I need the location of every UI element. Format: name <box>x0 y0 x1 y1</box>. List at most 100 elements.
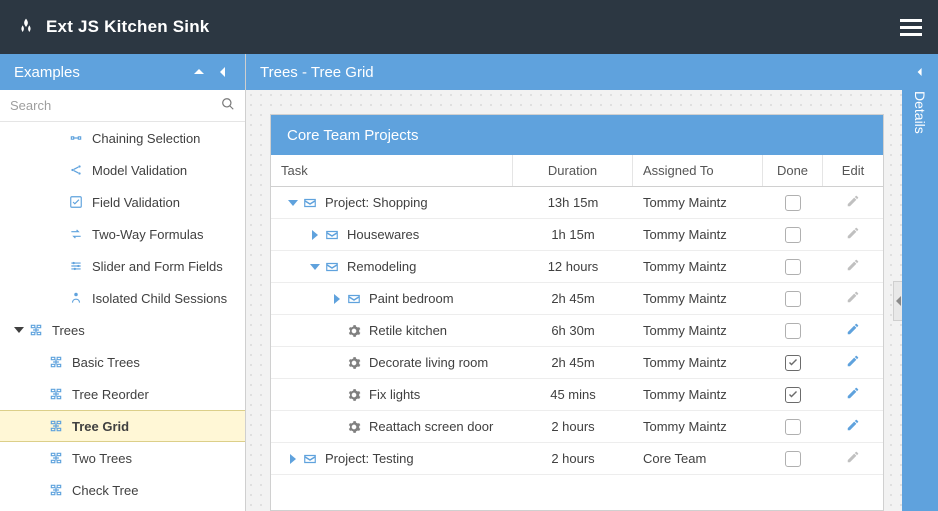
cell-edit <box>823 251 883 282</box>
gear-icon <box>345 420 363 434</box>
cell-edit <box>823 443 883 474</box>
done-checkbox[interactable] <box>785 387 801 403</box>
task-label: Paint bedroom <box>369 291 454 306</box>
edit-button[interactable] <box>846 386 860 403</box>
cell-task: Housewares <box>271 219 513 250</box>
table-row[interactable]: Remodeling12 hoursTommy Maintz <box>271 251 883 283</box>
done-checkbox[interactable] <box>785 195 801 211</box>
cell-assigned: Core Team <box>633 443 763 474</box>
search-icon[interactable] <box>221 97 235 114</box>
cell-task: Reattach screen door <box>271 411 513 442</box>
done-checkbox[interactable] <box>785 323 801 339</box>
search-row <box>0 90 245 122</box>
cell-task: Paint bedroom <box>271 283 513 314</box>
task-label: Decorate living room <box>369 355 488 370</box>
expand-icon[interactable] <box>329 294 345 304</box>
sidebar-item[interactable]: Chaining Selection <box>0 122 245 154</box>
details-pane-collapsed[interactable]: Details <box>902 54 938 511</box>
task-label: Fix lights <box>369 387 420 402</box>
task-label: Project: Shopping <box>325 195 428 210</box>
sidebar-item[interactable]: Trees <box>0 314 245 346</box>
tree-grid: Core Team Projects Task Duration Assigne… <box>270 114 884 511</box>
edit-button[interactable] <box>846 354 860 371</box>
grid-title: Core Team Projects <box>271 115 883 155</box>
done-checkbox[interactable] <box>785 227 801 243</box>
cell-edit <box>823 219 883 250</box>
sidebar-item-label: Isolated Child Sessions <box>92 291 227 306</box>
sidebar-item[interactable]: Check Tree <box>0 474 245 506</box>
cell-duration: 2h 45m <box>513 283 633 314</box>
gear-icon <box>345 388 363 402</box>
table-row[interactable]: Reattach screen door2 hoursTommy Maintz <box>271 411 883 443</box>
examples-sidebar: Examples Chaining SelectionModel Validat… <box>0 54 246 511</box>
cell-task: Retile kitchen <box>271 315 513 346</box>
menu-button[interactable] <box>900 13 922 42</box>
app-title: Ext JS Kitchen Sink <box>46 17 209 37</box>
expand-icon[interactable] <box>285 454 301 464</box>
cell-done <box>763 443 823 474</box>
envelope-icon <box>345 292 363 306</box>
cell-edit <box>823 315 883 346</box>
cell-duration: 6h 30m <box>513 315 633 346</box>
col-header-assigned[interactable]: Assigned To <box>633 155 763 186</box>
sidebar-item[interactable]: Two-Way Formulas <box>0 218 245 250</box>
task-label: Project: Testing <box>325 451 414 466</box>
sidebar-item[interactable]: Model Validation <box>0 154 245 186</box>
sidebar-item[interactable]: Slider and Form Fields <box>0 250 245 282</box>
tree-icon <box>46 451 66 465</box>
collapse-up-icon[interactable] <box>191 64 207 80</box>
expand-icon[interactable] <box>307 262 323 272</box>
edit-button[interactable] <box>846 290 860 307</box>
expand-icon[interactable] <box>285 198 301 208</box>
done-checkbox[interactable] <box>785 451 801 467</box>
col-header-duration[interactable]: Duration <box>513 155 633 186</box>
done-checkbox[interactable] <box>785 259 801 275</box>
cell-task: Fix lights <box>271 379 513 410</box>
done-checkbox[interactable] <box>785 419 801 435</box>
cell-done <box>763 411 823 442</box>
cell-done <box>763 379 823 410</box>
table-row[interactable]: Retile kitchen6h 30mTommy Maintz <box>271 315 883 347</box>
collapse-left-icon[interactable] <box>215 64 231 80</box>
done-checkbox[interactable] <box>785 355 801 371</box>
envelope-icon <box>301 196 319 210</box>
content-body: Core Team Projects Task Duration Assigne… <box>246 90 902 511</box>
cell-edit <box>823 411 883 442</box>
cell-done <box>763 187 823 218</box>
table-row[interactable]: Fix lights45 minsTommy Maintz <box>271 379 883 411</box>
expand-icon[interactable] <box>307 230 323 240</box>
sidebar-item[interactable]: Basic Trees <box>0 346 245 378</box>
cell-assigned: Tommy Maintz <box>633 187 763 218</box>
sidebar-item-label: Chaining Selection <box>92 131 200 146</box>
edit-button[interactable] <box>846 194 860 211</box>
edit-button[interactable] <box>846 322 860 339</box>
table-row[interactable]: Project: Shopping13h 15mTommy Maintz <box>271 187 883 219</box>
sidebar-item[interactable]: Two Trees <box>0 442 245 474</box>
table-row[interactable]: Housewares1h 15mTommy Maintz <box>271 219 883 251</box>
sidebar-item[interactable]: Isolated Child Sessions <box>0 282 245 314</box>
expand-details-tab[interactable] <box>893 281 902 321</box>
sidebar-item-label: Field Validation <box>92 195 180 210</box>
examples-tree[interactable]: Chaining Selection Model Validation Field … <box>0 122 245 511</box>
cell-assigned: Tommy Maintz <box>633 219 763 250</box>
done-checkbox[interactable] <box>785 291 801 307</box>
sidebar-item[interactable]: Tree Grid <box>0 410 245 442</box>
table-row[interactable]: Project: Testing2 hoursCore Team <box>271 443 883 475</box>
app-header: Ext JS Kitchen Sink <box>0 0 938 54</box>
edit-button[interactable] <box>846 450 860 467</box>
tree-arrow-icon[interactable] <box>12 325 26 335</box>
sidebar-item[interactable]: Tree Reorder <box>0 378 245 410</box>
col-header-done[interactable]: Done <box>763 155 823 186</box>
table-row[interactable]: Decorate living room2h 45mTommy Maintz <box>271 347 883 379</box>
col-header-edit[interactable]: Edit <box>823 155 883 186</box>
col-header-task[interactable]: Task <box>271 155 513 186</box>
expand-left-icon[interactable] <box>916 64 924 79</box>
edit-button[interactable] <box>846 226 860 243</box>
task-label: Housewares <box>347 227 419 242</box>
edit-button[interactable] <box>846 258 860 275</box>
table-row[interactable]: Paint bedroom2h 45mTommy Maintz <box>271 283 883 315</box>
sidebar-item[interactable]: Field Validation <box>0 186 245 218</box>
search-input[interactable] <box>10 94 221 117</box>
edit-button[interactable] <box>846 418 860 435</box>
cell-duration: 2h 45m <box>513 347 633 378</box>
